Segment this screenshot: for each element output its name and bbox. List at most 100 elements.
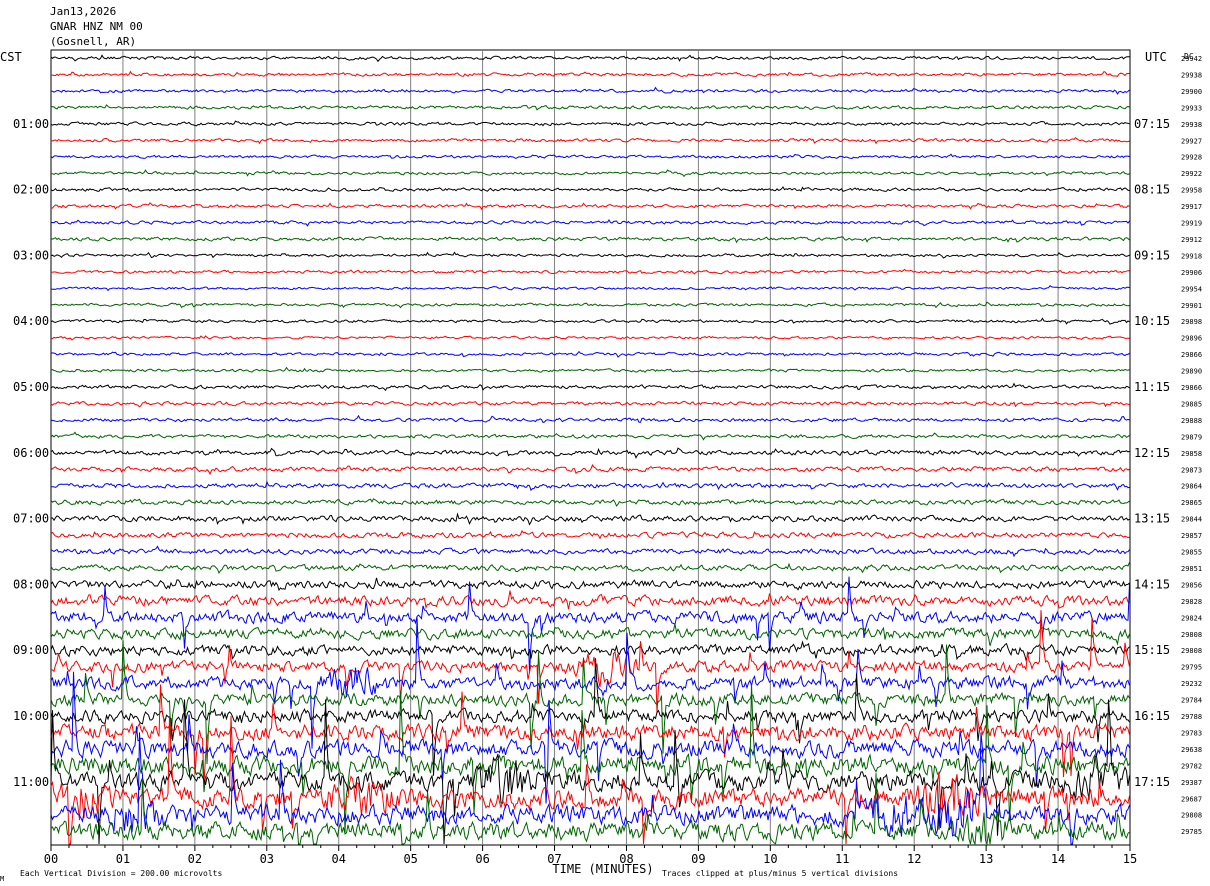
dc-offset-label: 29387 <box>1181 779 1202 787</box>
dc-offset-label: 29927 <box>1181 137 1202 145</box>
left-hour-label: 03:00 <box>13 248 49 262</box>
right-hour-label: 13:15 <box>1134 512 1170 526</box>
dc-offset-label: 29900 <box>1181 88 1202 96</box>
x-axis-label: TIME (MINUTES) <box>552 862 653 876</box>
trace-line <box>50 104 1130 111</box>
left-hour-label: 07:00 <box>13 512 49 526</box>
dc-offset-label: 29917 <box>1181 203 1202 211</box>
right-hour-label: 10:15 <box>1134 314 1170 328</box>
dc-offset-label: 29844 <box>1181 516 1202 524</box>
dc-offset-label: 29828 <box>1181 598 1202 606</box>
trace-line <box>50 463 1130 476</box>
trace-line <box>50 431 1130 441</box>
x-tick-label: 05 <box>403 852 417 866</box>
trace-line <box>50 610 1130 714</box>
trace-line <box>50 251 1130 259</box>
trace-line <box>50 235 1130 244</box>
dc-offset-label: 29885 <box>1181 400 1202 408</box>
dc-offset-label: 29933 <box>1181 104 1202 112</box>
dc-offset-label: 29782 <box>1181 762 1202 770</box>
trace-line <box>50 301 1130 309</box>
left-hour-label: 10:00 <box>13 709 49 723</box>
trace-line <box>50 576 1130 674</box>
left-axis-title: CST <box>0 50 22 64</box>
right-hour-label: 11:15 <box>1134 380 1170 394</box>
x-tick-label: 09 <box>691 852 705 866</box>
trace-line <box>50 202 1130 211</box>
x-tick-label: 15 <box>1123 852 1137 866</box>
left-hour-label: 06:00 <box>13 446 49 460</box>
left-hour-label: 08:00 <box>13 577 49 591</box>
left-hour-label: 01:00 <box>13 117 49 131</box>
dc-offset-label: 29896 <box>1181 335 1202 343</box>
trace-line <box>50 153 1130 160</box>
plot-frame <box>50 49 1131 846</box>
x-tick-label: 06 <box>475 852 489 866</box>
seismogram-plot: CST UTC DC01:0002:0003:0004:0005:0006:0007… <box>0 49 1202 883</box>
x-tick-label: 02 <box>188 852 202 866</box>
dc-offset-label: 29232 <box>1181 680 1202 688</box>
dc-offset-label: 29851 <box>1181 565 1202 573</box>
right-hour-label: 09:15 <box>1134 248 1170 262</box>
dc-offset-label: 29638 <box>1181 746 1202 754</box>
trace-line <box>51 268 1130 275</box>
trace-line <box>50 366 1130 374</box>
dc-offset-label: 29788 <box>1181 713 1202 721</box>
dc-offset-label: 29906 <box>1181 269 1202 277</box>
dc-offset-label: 29928 <box>1181 154 1202 162</box>
left-hour-label: 11:00 <box>13 775 49 789</box>
trace-line <box>50 86 1130 95</box>
left-hour-label: 02:00 <box>13 183 49 197</box>
dc-offset-label: 29898 <box>1181 318 1202 326</box>
trace-line <box>50 447 1130 459</box>
trace-line <box>50 54 1130 63</box>
trace-line <box>51 480 1130 492</box>
right-hour-label: 16:15 <box>1134 709 1170 723</box>
trace-line <box>50 70 1130 78</box>
dc-offset-label: 29942 <box>1181 55 1202 63</box>
dc-offset-label: 29785 <box>1181 828 1202 836</box>
clip-note: Traces clipped at plus/minus 5 vertical … <box>662 869 898 878</box>
dc-offset-label: 29783 <box>1181 729 1202 737</box>
dc-offset-label: 29919 <box>1181 220 1202 228</box>
trace-line <box>50 414 1130 423</box>
trace-line <box>50 623 1130 646</box>
trace-line <box>50 137 1130 145</box>
right-hour-label: 17:15 <box>1134 775 1170 789</box>
right-axis-title: UTC <box>1145 50 1167 64</box>
trace-line <box>50 545 1130 558</box>
dc-offset-label: 29954 <box>1181 285 1202 293</box>
trace-line <box>50 400 1130 408</box>
dc-offset-label: 29890 <box>1181 368 1202 376</box>
trace-line <box>50 640 1130 662</box>
dc-offset-label: 29901 <box>1181 302 1202 310</box>
x-tick-label: 12 <box>907 852 921 866</box>
x-tick-label: 10 <box>763 852 777 866</box>
dc-offset-label: 29808 <box>1181 647 1202 655</box>
dc-offset-label: 29808 <box>1181 631 1202 639</box>
dc-offset-label: 29808 <box>1181 812 1202 820</box>
dc-offset-label: 29873 <box>1181 466 1202 474</box>
trace-line <box>50 577 1130 592</box>
right-hour-label: 08:15 <box>1134 183 1170 197</box>
x-tick-label: 00 <box>44 852 58 866</box>
dc-offset-label: 29888 <box>1181 417 1202 425</box>
x-tick-label: 13 <box>979 852 993 866</box>
trace-line <box>51 335 1130 341</box>
x-tick-label: 11 <box>835 852 849 866</box>
trace-line <box>50 120 1130 127</box>
left-hour-label: 04:00 <box>13 314 49 328</box>
trace-line <box>50 529 1130 540</box>
trace-line <box>50 350 1130 358</box>
dc-offset-label: 29938 <box>1181 121 1202 129</box>
left-hour-label: 05:00 <box>13 380 49 394</box>
trace-line <box>50 498 1130 507</box>
dc-offset-label: 29879 <box>1181 433 1202 441</box>
trace-line <box>50 186 1130 193</box>
minute-gridlines <box>122 50 1059 845</box>
x-tick-label: 14 <box>1051 852 1065 866</box>
trace-line <box>50 562 1130 575</box>
trace-line <box>50 512 1130 526</box>
dc-offset-label: 29864 <box>1181 483 1202 491</box>
corner-mark: M <box>0 875 4 883</box>
